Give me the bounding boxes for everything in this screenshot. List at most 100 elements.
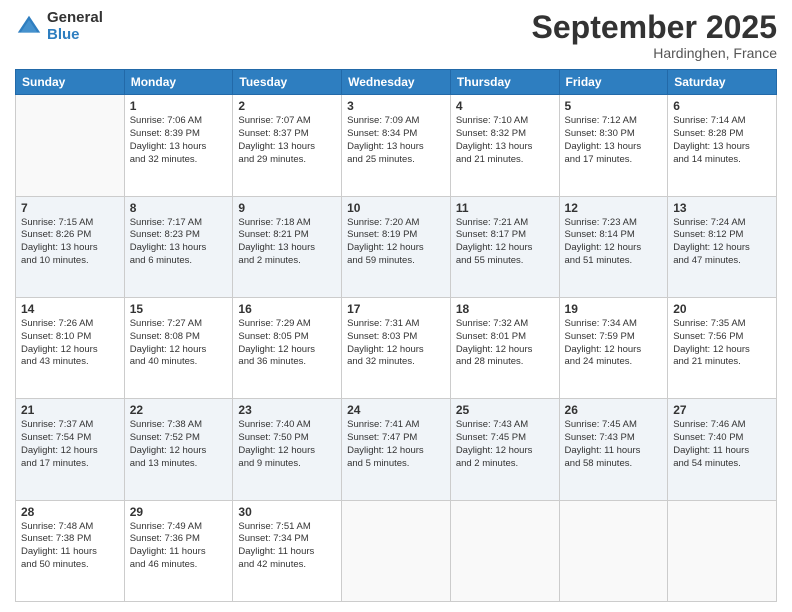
day-number: 6 <box>673 99 771 113</box>
calendar-table: Sunday Monday Tuesday Wednesday Thursday… <box>15 69 777 602</box>
calendar-cell: 22 Sunrise: 7:38 AM Sunset: 7:52 PM Dayli… <box>124 399 233 500</box>
calendar-cell: 3 Sunrise: 7:09 AM Sunset: 8:34 PM Daylig… <box>342 95 451 196</box>
day-info: Sunrise: 7:51 AM Sunset: 7:34 PM Dayligh… <box>238 521 336 572</box>
calendar-cell <box>450 500 559 601</box>
calendar-week-5: 28 Sunrise: 7:48 AM Sunset: 7:38 PM Dayli… <box>16 500 777 601</box>
calendar-cell: 23Sunrise: 7:40 AM Sunset: 7:50 PM Dayli… <box>233 399 342 500</box>
day-info: Sunrise: 7:17 AM Sunset: 8:23 PM Dayligh… <box>130 217 228 268</box>
day-number: 22 <box>130 403 228 417</box>
day-info: Sunrise: 7:35 AM Sunset: 7:56 PM Dayligh… <box>673 318 771 369</box>
calendar-cell: 9 Sunrise: 7:18 AM Sunset: 8:21 PM Daylig… <box>233 196 342 297</box>
calendar-cell <box>342 500 451 601</box>
calendar-cell: 25 Sunrise: 7:43 AM Sunset: 7:45 PM Dayli… <box>450 399 559 500</box>
col-wednesday: Wednesday <box>342 70 451 95</box>
col-tuesday: Tuesday <box>233 70 342 95</box>
day-number: 28 <box>21 505 119 519</box>
calendar-cell: 27 Sunrise: 7:46 AM Sunset: 7:40 PM Dayli… <box>668 399 777 500</box>
day-number: 13 <box>673 201 771 215</box>
day-number: 16 <box>238 302 336 316</box>
calendar-week-3: 14 Sunrise: 7:26 AM Sunset: 8:10 PM Dayli… <box>16 297 777 398</box>
day-number: 2 <box>238 99 336 113</box>
calendar-cell: 16 Sunrise: 7:29 AM Sunset: 8:05 PM Dayli… <box>233 297 342 398</box>
day-number: 19 <box>565 302 663 316</box>
calendar-cell: 28 Sunrise: 7:48 AM Sunset: 7:38 PM Dayli… <box>16 500 125 601</box>
day-info: Sunrise: 7:18 AM Sunset: 8:21 PM Dayligh… <box>238 217 336 268</box>
header: General Blue September 2025 Hardinghen, … <box>15 10 777 61</box>
col-monday: Monday <box>124 70 233 95</box>
day-info: Sunrise: 7:41 AM Sunset: 7:47 PM Dayligh… <box>347 419 445 470</box>
col-sunday: Sunday <box>16 70 125 95</box>
day-number: 14 <box>21 302 119 316</box>
day-info: Sunrise: 7:07 AM Sunset: 8:37 PM Dayligh… <box>238 115 336 166</box>
day-info: Sunrise: 7:29 AM Sunset: 8:05 PM Dayligh… <box>238 318 336 369</box>
calendar-cell: 14 Sunrise: 7:26 AM Sunset: 8:10 PM Dayli… <box>16 297 125 398</box>
day-info: Sunrise: 7:23 AM Sunset: 8:14 PM Dayligh… <box>565 217 663 268</box>
day-info: Sunrise: 7:09 AM Sunset: 8:34 PM Dayligh… <box>347 115 445 166</box>
day-info: Sunrise: 7:45 AM Sunset: 7:43 PM Dayligh… <box>565 419 663 470</box>
col-friday: Friday <box>559 70 668 95</box>
day-number: 15 <box>130 302 228 316</box>
day-info: Sunrise: 7:48 AM Sunset: 7:38 PM Dayligh… <box>21 521 119 572</box>
calendar-cell: 6 Sunrise: 7:14 AM Sunset: 8:28 PM Daylig… <box>668 95 777 196</box>
day-info: Sunrise: 7:38 AM Sunset: 7:52 PM Dayligh… <box>130 419 228 470</box>
calendar-cell: 8 Sunrise: 7:17 AM Sunset: 8:23 PM Daylig… <box>124 196 233 297</box>
calendar-week-4: 21 Sunrise: 7:37 AM Sunset: 7:54 PM Dayli… <box>16 399 777 500</box>
day-number: 7 <box>21 201 119 215</box>
day-info: Sunrise: 7:37 AM Sunset: 7:54 PM Dayligh… <box>21 419 119 470</box>
day-number: 3 <box>347 99 445 113</box>
calendar-cell: 18Sunrise: 7:32 AM Sunset: 8:01 PM Dayli… <box>450 297 559 398</box>
day-info: Sunrise: 7:31 AM Sunset: 8:03 PM Dayligh… <box>347 318 445 369</box>
calendar-cell: 24 Sunrise: 7:41 AM Sunset: 7:47 PM Dayli… <box>342 399 451 500</box>
header-row: Sunday Monday Tuesday Wednesday Thursday… <box>16 70 777 95</box>
day-number: 8 <box>130 201 228 215</box>
day-number: 30 <box>238 505 336 519</box>
day-info: Sunrise: 7:14 AM Sunset: 8:28 PM Dayligh… <box>673 115 771 166</box>
calendar-cell: 26 Sunrise: 7:45 AM Sunset: 7:43 PM Dayli… <box>559 399 668 500</box>
day-number: 27 <box>673 403 771 417</box>
day-info: Sunrise: 7:06 AM Sunset: 8:39 PM Dayligh… <box>130 115 228 166</box>
page: General Blue September 2025 Hardinghen, … <box>0 0 792 612</box>
day-info: Sunrise: 7:20 AM Sunset: 8:19 PM Dayligh… <box>347 217 445 268</box>
day-info: Sunrise: 7:32 AM Sunset: 8:01 PM Dayligh… <box>456 318 554 369</box>
calendar-cell: 10 Sunrise: 7:20 AM Sunset: 8:19 PM Dayli… <box>342 196 451 297</box>
calendar-cell: 5 Sunrise: 7:12 AM Sunset: 8:30 PM Daylig… <box>559 95 668 196</box>
day-number: 25 <box>456 403 554 417</box>
calendar-cell: 12 Sunrise: 7:23 AM Sunset: 8:14 PM Dayli… <box>559 196 668 297</box>
calendar-cell: 29Sunrise: 7:49 AM Sunset: 7:36 PM Dayli… <box>124 500 233 601</box>
calendar-cell: 11Sunrise: 7:21 AM Sunset: 8:17 PM Dayli… <box>450 196 559 297</box>
day-number: 5 <box>565 99 663 113</box>
day-info: Sunrise: 7:26 AM Sunset: 8:10 PM Dayligh… <box>21 318 119 369</box>
day-number: 9 <box>238 201 336 215</box>
location: Hardinghen, France <box>532 45 777 61</box>
day-info: Sunrise: 7:21 AM Sunset: 8:17 PM Dayligh… <box>456 217 554 268</box>
day-info: Sunrise: 7:40 AM Sunset: 7:50 PM Dayligh… <box>238 419 336 470</box>
calendar-cell: 13Sunrise: 7:24 AM Sunset: 8:12 PM Dayli… <box>668 196 777 297</box>
day-info: Sunrise: 7:43 AM Sunset: 7:45 PM Dayligh… <box>456 419 554 470</box>
day-number: 1 <box>130 99 228 113</box>
day-info: Sunrise: 7:49 AM Sunset: 7:36 PM Dayligh… <box>130 521 228 572</box>
day-info: Sunrise: 7:10 AM Sunset: 8:32 PM Dayligh… <box>456 115 554 166</box>
calendar-cell: 20 Sunrise: 7:35 AM Sunset: 7:56 PM Dayli… <box>668 297 777 398</box>
day-number: 24 <box>347 403 445 417</box>
day-number: 26 <box>565 403 663 417</box>
calendar-cell: 21 Sunrise: 7:37 AM Sunset: 7:54 PM Dayli… <box>16 399 125 500</box>
month-title: September 2025 <box>532 10 777 45</box>
day-info: Sunrise: 7:27 AM Sunset: 8:08 PM Dayligh… <box>130 318 228 369</box>
day-number: 21 <box>21 403 119 417</box>
day-number: 20 <box>673 302 771 316</box>
day-info: Sunrise: 7:15 AM Sunset: 8:26 PM Dayligh… <box>21 217 119 268</box>
col-thursday: Thursday <box>450 70 559 95</box>
day-number: 17 <box>347 302 445 316</box>
calendar-week-1: 1 Sunrise: 7:06 AM Sunset: 8:39 PM Daylig… <box>16 95 777 196</box>
logo-blue: Blue <box>47 27 103 44</box>
day-number: 12 <box>565 201 663 215</box>
title-block: September 2025 Hardinghen, France <box>532 10 777 61</box>
logo: General Blue <box>15 10 103 43</box>
day-info: Sunrise: 7:12 AM Sunset: 8:30 PM Dayligh… <box>565 115 663 166</box>
day-info: Sunrise: 7:46 AM Sunset: 7:40 PM Dayligh… <box>673 419 771 470</box>
day-info: Sunrise: 7:34 AM Sunset: 7:59 PM Dayligh… <box>565 318 663 369</box>
day-number: 10 <box>347 201 445 215</box>
calendar-cell: 30 Sunrise: 7:51 AM Sunset: 7:34 PM Dayli… <box>233 500 342 601</box>
day-number: 4 <box>456 99 554 113</box>
calendar-cell: 1 Sunrise: 7:06 AM Sunset: 8:39 PM Daylig… <box>124 95 233 196</box>
